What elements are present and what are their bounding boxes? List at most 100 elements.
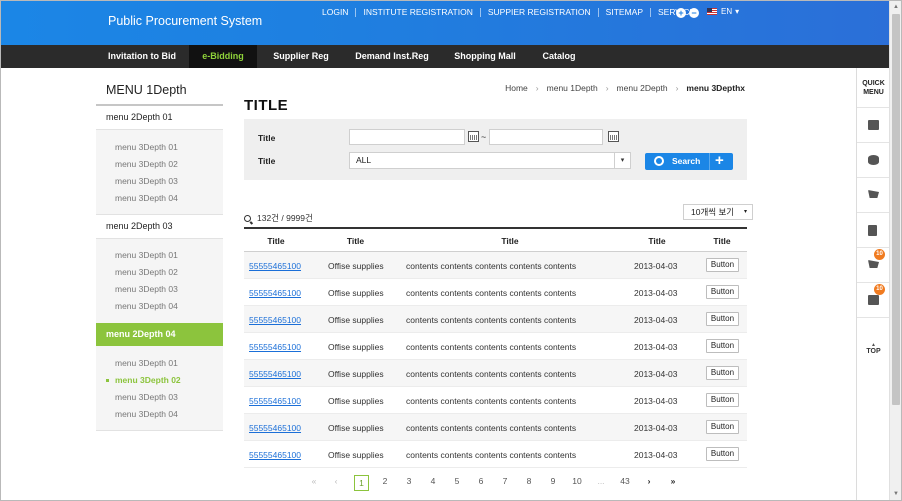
left-submenu-item-active[interactable]: menu 3Depth 02 xyxy=(115,375,181,385)
breadcrumb-current: menu 3Depthx xyxy=(686,83,745,93)
main-nav: Invitation to Bid e-Bidding Supplier Reg… xyxy=(1,45,889,68)
breadcrumb-item[interactable]: menu 2Depth xyxy=(617,83,668,93)
quick-menu-item[interactable] xyxy=(857,107,890,142)
page-button[interactable]: 3 xyxy=(402,476,416,486)
left-submenu-item[interactable]: menu 3Depth 01 xyxy=(115,358,178,368)
page-button[interactable]: 8 xyxy=(522,476,536,486)
bid-number-link[interactable]: 55555465100 xyxy=(249,288,301,298)
bid-number-link[interactable]: 55555465100 xyxy=(249,342,301,352)
item-date: 2013-04-03 xyxy=(634,261,678,271)
search-button[interactable]: Search + xyxy=(645,152,733,170)
quick-menu-title-line: QUICK xyxy=(862,80,885,87)
page-button[interactable]: 10 xyxy=(569,476,585,486)
nav-shopping-mall[interactable]: Shopping Mall xyxy=(447,45,523,68)
back-to-top-button[interactable]: ▲ TOP xyxy=(857,342,890,355)
column-header: Title xyxy=(267,236,285,246)
page-ellipsis: ... xyxy=(597,476,605,486)
start-date-input[interactable] xyxy=(349,129,465,145)
vertical-scrollbar[interactable]: ▲ ▼ xyxy=(889,1,901,500)
left-menu-section-active[interactable]: menu 2Depth 04 xyxy=(96,323,223,346)
add-button[interactable]: + xyxy=(715,152,724,169)
first-page-button[interactable]: « xyxy=(307,476,321,486)
bid-number-link[interactable]: 55555465100 xyxy=(249,261,301,271)
quick-menu-item[interactable] xyxy=(857,212,890,247)
zoom-out-button[interactable]: − xyxy=(689,8,699,18)
quick-menu-item[interactable]: 10 xyxy=(857,247,890,282)
left-menu-section[interactable]: menu 2Depth 03 xyxy=(96,215,223,238)
page-button-current[interactable]: 1 xyxy=(354,475,369,491)
search-label-category: Title xyxy=(258,156,276,166)
scrollbar-thumb[interactable] xyxy=(892,14,900,405)
left-submenu-item[interactable]: menu 3Depth 01 xyxy=(115,142,178,152)
page-button[interactable]: 9 xyxy=(546,476,560,486)
page-button[interactable]: 4 xyxy=(426,476,440,486)
left-submenu-item[interactable]: menu 3Depth 03 xyxy=(115,392,178,402)
breadcrumb-item[interactable]: menu 1Depth xyxy=(547,83,598,93)
per-page-select[interactable]: 10개씩 보기 ▾ xyxy=(683,204,753,220)
row-action-button[interactable]: Button xyxy=(706,420,739,434)
box-icon xyxy=(868,295,879,305)
left-menu-section[interactable]: menu 2Depth 01 xyxy=(96,106,223,129)
row-action-button[interactable]: Button xyxy=(706,393,739,407)
bid-number-link[interactable]: 55555465100 xyxy=(249,396,301,406)
category-select[interactable]: ALL ▾ xyxy=(349,152,631,169)
bid-number-link[interactable]: 55555465100 xyxy=(249,315,301,325)
nav-demand-inst-reg[interactable]: Demand Inst.Reg xyxy=(349,45,435,68)
item-name: Offise supplies xyxy=(328,342,384,352)
nav-catalog[interactable]: Catalog xyxy=(533,45,585,68)
row-action-button[interactable]: Button xyxy=(706,339,739,353)
prev-page-button[interactable]: ‹ xyxy=(329,476,343,486)
bid-number-link[interactable]: 55555465100 xyxy=(249,423,301,433)
row-action-button[interactable]: Button xyxy=(706,285,739,299)
quick-menu-item[interactable] xyxy=(857,177,890,212)
next-page-button[interactable]: › xyxy=(642,476,656,486)
page-button[interactable]: 2 xyxy=(378,476,392,486)
left-submenu-item[interactable]: menu 3Depth 03 xyxy=(115,176,178,186)
bid-number-link[interactable]: 55555465100 xyxy=(249,450,301,460)
page-button[interactable]: 43 xyxy=(617,476,633,486)
page-button[interactable]: 5 xyxy=(450,476,464,486)
quick-menu-item[interactable]: 10 xyxy=(857,282,890,317)
left-submenu-item[interactable]: menu 3Depth 01 xyxy=(115,250,178,260)
row-action-button[interactable]: Button xyxy=(706,366,739,380)
nav-supplier-reg[interactable]: Supplier Reg xyxy=(263,45,339,68)
quick-menu: QUICK MENU 10 10 ▲ TOP xyxy=(856,68,890,500)
left-submenu-item[interactable]: menu 3Depth 02 xyxy=(115,159,178,169)
page-title: TITLE xyxy=(244,97,289,114)
quick-menu-title-line: MENU xyxy=(863,88,884,96)
bid-number-link[interactable]: 55555465100 xyxy=(249,369,301,379)
scroll-up-arrow-icon[interactable]: ▲ xyxy=(890,1,901,13)
back-to-top-label: TOP xyxy=(866,348,881,355)
chevron-right-icon: › xyxy=(605,83,609,93)
chevron-right-icon: › xyxy=(675,83,679,93)
zoom-in-button[interactable]: + xyxy=(676,8,686,18)
supplier-registration-link[interactable]: SUPPIER REGISTRATION xyxy=(481,7,598,17)
quick-menu-item[interactable] xyxy=(857,142,890,177)
scroll-down-arrow-icon[interactable]: ▼ xyxy=(890,488,901,500)
table-header: Title Title Title Title Title xyxy=(244,227,747,252)
calendar-icon[interactable] xyxy=(468,131,479,142)
left-submenu-item[interactable]: menu 3Depth 04 xyxy=(115,409,178,419)
nav-e-bidding[interactable]: e-Bidding xyxy=(189,45,257,68)
item-name: Offise supplies xyxy=(328,423,384,433)
institute-registration-link[interactable]: INSTITUTE REGISTRATION xyxy=(356,7,479,17)
page-button[interactable]: 7 xyxy=(498,476,512,486)
last-page-button[interactable]: » xyxy=(666,476,680,486)
breadcrumb-home[interactable]: Home xyxy=(505,83,528,93)
nav-invitation-to-bid[interactable]: Invitation to Bid xyxy=(96,45,188,68)
calendar-icon[interactable] xyxy=(608,131,619,142)
language-selector[interactable]: EN ▾ xyxy=(707,7,739,16)
left-submenu-item[interactable]: menu 3Depth 04 xyxy=(115,301,178,311)
left-submenu-item[interactable]: menu 3Depth 04 xyxy=(115,193,178,203)
document-search-icon xyxy=(868,225,877,236)
row-action-button[interactable]: Button xyxy=(706,447,739,461)
row-action-button[interactable]: Button xyxy=(706,312,739,326)
page-button[interactable]: 6 xyxy=(474,476,488,486)
sitemap-link[interactable]: SITEMAP xyxy=(599,7,650,17)
end-date-input[interactable] xyxy=(489,129,603,145)
left-submenu-item[interactable]: menu 3Depth 03 xyxy=(115,284,178,294)
row-action-button[interactable]: Button xyxy=(706,258,739,272)
left-submenu-item[interactable]: menu 3Depth 02 xyxy=(115,267,178,277)
site-title[interactable]: Public Procurement System xyxy=(108,14,262,28)
login-link[interactable]: LOGIN xyxy=(315,7,355,17)
